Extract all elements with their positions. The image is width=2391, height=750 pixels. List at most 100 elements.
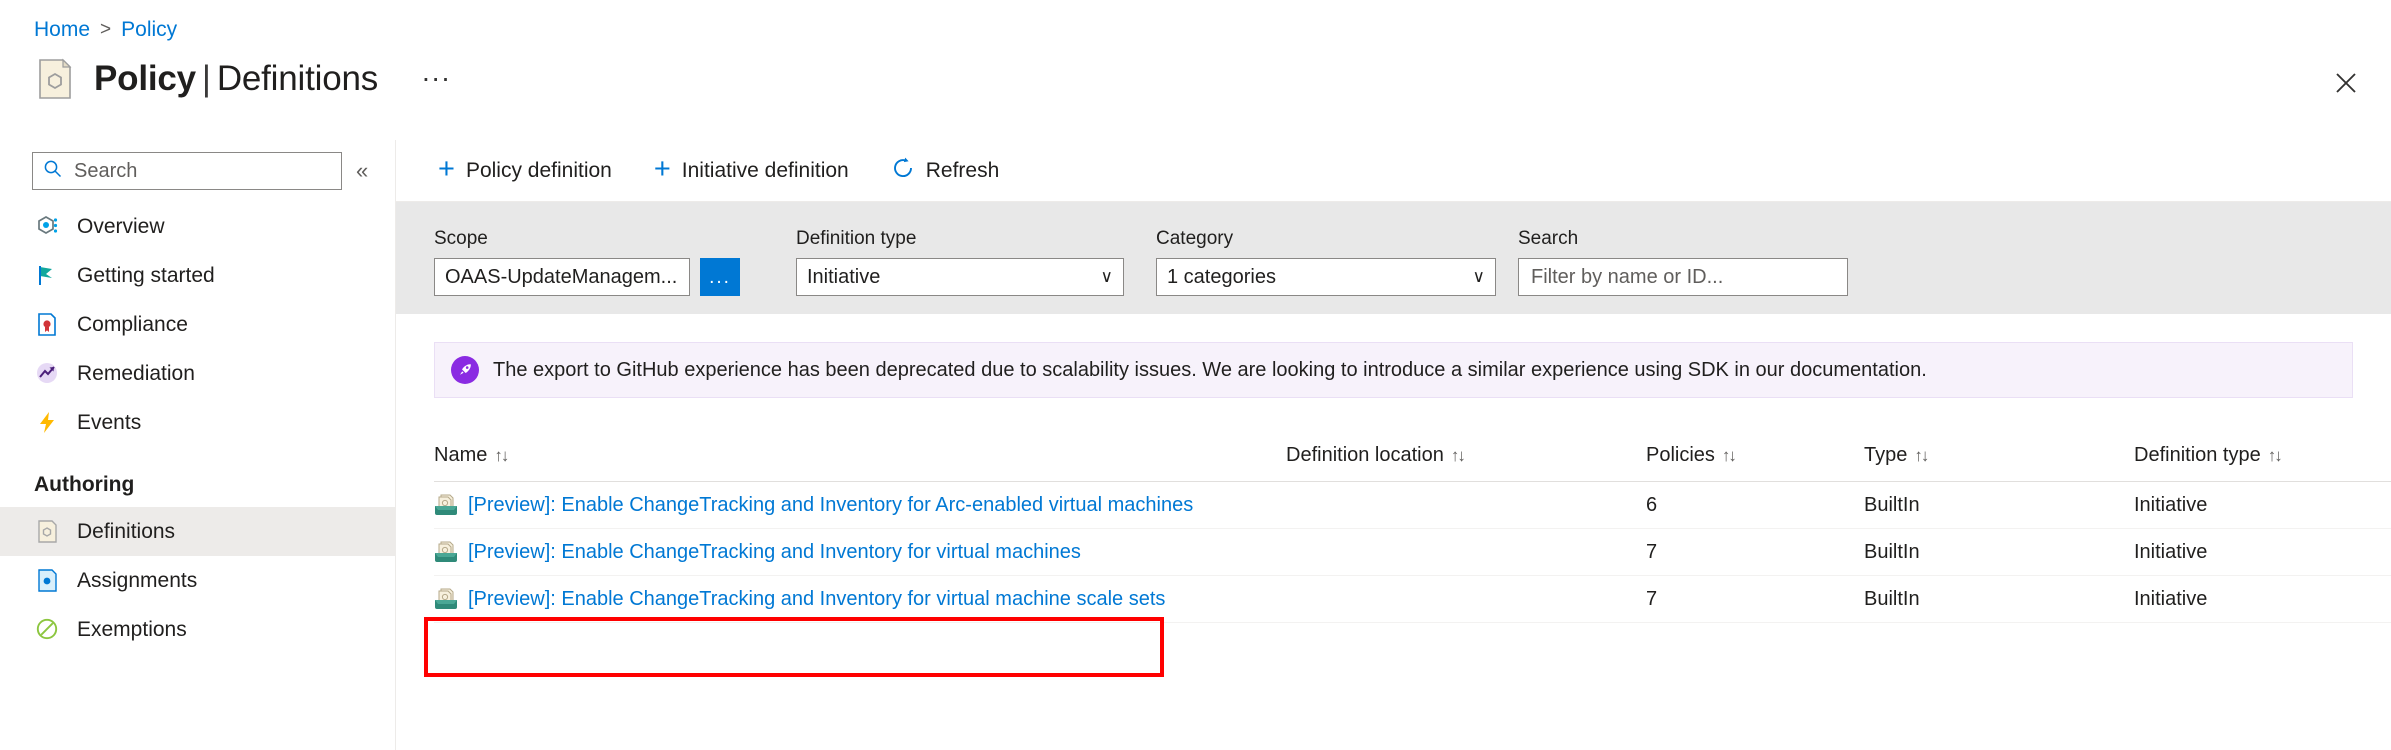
definition-type-value: Initiative [807,265,881,288]
page-title-separator: | [201,59,211,98]
sidebar-item-events[interactable]: Events [0,398,395,447]
scope-more-button[interactable]: ... [700,258,740,296]
cell-definition-type: Initiative [2134,493,2208,516]
column-header-definition-location[interactable]: Definition location ↑↓ [1286,444,1646,467]
sort-icon: ↑↓ [494,445,509,465]
sort-icon: ↑↓ [1914,445,1929,465]
column-header-name[interactable]: Name ↑↓ [434,444,1286,467]
sidebar-item-remediation[interactable]: Remediation [0,349,395,398]
sort-icon: ↑↓ [1450,445,1466,465]
scope-filter: Scope OAAS-UpdateManagem... ... [434,228,740,296]
cell-name: [Preview]: Enable ChangeTracking and Inv… [434,494,1286,517]
page-title: Policy | Definitions [94,59,378,99]
sort-icon: ↑↓ [2267,445,2283,465]
scope-label: Scope [434,228,488,249]
cell-policies: 7 [1646,587,1658,610]
page-more-menu[interactable]: ... [422,56,451,88]
refresh-button[interactable]: Refresh [887,150,1004,192]
column-header-type[interactable]: Type ↑↓ [1864,444,2134,467]
breadcrumb-policy[interactable]: Policy [121,18,177,42]
compliance-icon [34,311,61,338]
sidebar-item-label: Events [77,410,142,434]
column-header-policies[interactable]: Policies ↑↓ [1646,444,1864,467]
policy-definition-label: Policy definition [465,158,612,182]
policy-definitions-page: Home > Policy Policy | Definitions ... S… [0,0,2391,750]
lightning-icon [34,409,61,436]
sidebar-item-label: Overview [77,214,165,238]
cell-definition-type: Initiative [2134,540,2208,563]
definitions-table: Name ↑↓ Definition location ↑↓ Policies … [396,430,2391,623]
plus-icon: + [653,153,671,185]
chevron-down-icon: ∨ [1472,267,1485,286]
definition-name-link[interactable]: [Preview]: Enable ChangeTracking and Inv… [468,588,1165,611]
chevron-down-icon: ∨ [1100,267,1113,286]
initiative-icon [434,541,458,563]
sidebar-group-authoring: Authoring [34,473,135,496]
sidebar-item-definitions[interactable]: Definitions [0,507,395,556]
definition-name-link[interactable]: [Preview]: Enable ChangeTracking and Inv… [468,541,1081,564]
category-select[interactable]: 1 categories ∨ [1156,258,1496,296]
definitions-icon [34,518,61,545]
definition-name-link[interactable]: [Preview]: Enable ChangeTracking and Inv… [468,494,1193,517]
cell-type: BuiltIn [1864,493,1920,516]
cell-policies: 7 [1646,540,1658,563]
banner-wrap: The export to GitHub experience has been… [396,314,2391,398]
cell-type: BuiltIn [1864,540,1920,563]
sidebar-item-label: Exemptions [77,617,187,641]
sidebar-search-input[interactable] [72,158,331,184]
search-filter-box[interactable] [1518,258,1848,296]
cell-name: [Preview]: Enable ChangeTracking and Inv… [434,541,1286,564]
main-content: + Policy definition + Initiative definit… [396,140,2391,750]
sidebar-item-label: Definitions [77,519,176,543]
category-filter: Category 1 categories ∨ [1156,228,1496,296]
cell-policies: 6 [1646,493,1658,516]
page-title-main: Policy [94,59,196,98]
remediation-icon [34,360,61,387]
add-policy-definition-button[interactable]: + Policy definition [434,150,616,192]
definition-type-select[interactable]: Initiative ∨ [796,258,1124,296]
search-label: Search [1518,228,1579,249]
search-filter-input[interactable] [1529,264,1837,290]
table-header-row: Name ↑↓ Definition location ↑↓ Policies … [434,430,2391,482]
sidebar-item-label: Compliance [77,312,188,336]
refresh-label: Refresh [925,158,1000,182]
cell-name: [Preview]: Enable ChangeTracking and Inv… [434,588,1286,611]
breadcrumb: Home > Policy [34,18,177,42]
table-row[interactable]: [Preview]: Enable ChangeTracking and Inv… [434,576,2391,623]
breadcrumb-home[interactable]: Home [34,18,90,42]
sidebar-item-assignments[interactable]: Assignments [0,556,395,605]
overview-icon [34,213,61,240]
page-title-sub: Definitions [216,59,379,98]
add-initiative-definition-button[interactable]: + Initiative definition [650,150,853,192]
sidebar-search-box[interactable] [32,152,342,190]
sidebar-collapse-icon[interactable]: « [356,158,368,184]
table-row[interactable]: [Preview]: Enable ChangeTracking and Inv… [434,482,2391,529]
command-toolbar: + Policy definition + Initiative definit… [396,140,2391,202]
sidebar-item-compliance[interactable]: Compliance [0,300,395,349]
sidebar-item-label: Getting started [77,263,215,287]
sidebar: « Overview [0,140,396,750]
close-icon[interactable] [2329,66,2363,100]
deprecation-banner: The export to GitHub experience has been… [434,342,2353,398]
sidebar-item-overview[interactable]: Overview [0,202,395,251]
assignments-icon [34,567,61,594]
exemptions-icon [34,616,61,643]
breadcrumb-separator: > [100,19,112,40]
scope-input[interactable]: OAAS-UpdateManagem... [434,258,690,296]
sidebar-item-exemptions[interactable]: Exemptions [0,605,395,654]
initiative-definition-label: Initiative definition [681,158,849,182]
filter-bar: Scope OAAS-UpdateManagem... ... Definiti… [396,202,2391,314]
category-label: Category [1156,228,1234,249]
sidebar-nav-list: Overview Getting started Compliance Reme… [0,202,395,654]
rocket-icon [451,356,479,384]
sidebar-item-label: Assignments [77,568,198,592]
banner-text: The export to GitHub experience has been… [493,358,1927,381]
search-icon [43,159,62,183]
cell-definition-type: Initiative [2134,587,2208,610]
column-header-definition-type[interactable]: Definition type ↑↓ [2134,444,2391,467]
sidebar-item-getting-started[interactable]: Getting started [0,251,395,300]
refresh-icon [891,156,915,186]
sidebar-item-label: Remediation [77,361,195,385]
table-row[interactable]: [Preview]: Enable ChangeTracking and Inv… [434,529,2391,576]
search-filter: Search [1518,228,1848,296]
